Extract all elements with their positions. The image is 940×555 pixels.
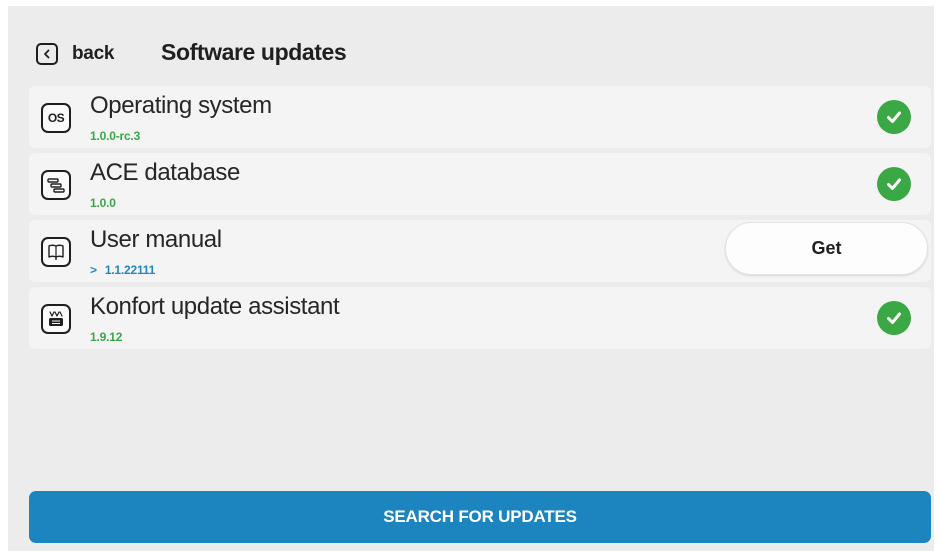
chevron-right-icon: >	[90, 263, 97, 277]
item-title: User manual	[90, 226, 222, 253]
software-list: OS Operating system 1.0.0-rc.3 ACE datab…	[29, 86, 931, 354]
list-item-ace-database: ACE database 1.0.0	[29, 153, 931, 215]
get-button[interactable]: Get	[725, 222, 928, 275]
check-circle-icon	[877, 100, 911, 134]
back-label: back	[72, 43, 115, 64]
item-version: 1.1.22111	[104, 263, 156, 277]
list-item-operating-system: OS Operating system 1.0.0-rc.3	[29, 86, 931, 148]
page-title: Software updates	[161, 39, 347, 65]
item-title: Konfort update assistant	[90, 293, 340, 320]
back-button[interactable]: back	[36, 40, 114, 68]
item-title: Operating system	[90, 92, 272, 119]
software-updates-screen: back Software updates OS Operating syste…	[8, 6, 934, 551]
update-assistant-icon	[41, 304, 71, 334]
os-icon: OS	[41, 103, 71, 133]
item-version: 1.9.12	[90, 330, 123, 344]
list-item-user-manual: User manual >1.1.22111 Get	[29, 220, 931, 282]
manual-icon	[41, 237, 71, 267]
item-title: ACE database	[90, 159, 240, 186]
database-icon	[41, 170, 71, 200]
check-circle-icon	[877, 167, 911, 201]
header: back Software updates	[8, 6, 934, 86]
list-item-konfort-update-assistant: Konfort update assistant 1.9.12	[29, 287, 931, 349]
item-available-version: >1.1.22111	[90, 263, 155, 277]
search-for-updates-button[interactable]: SEARCH FOR UPDATES	[29, 491, 931, 543]
item-version: 1.0.0-rc.3	[90, 129, 141, 143]
check-circle-icon	[877, 301, 911, 335]
item-version: 1.0.0	[90, 196, 116, 210]
os-icon-text: OS	[47, 111, 65, 125]
chevron-left-icon	[36, 43, 58, 65]
